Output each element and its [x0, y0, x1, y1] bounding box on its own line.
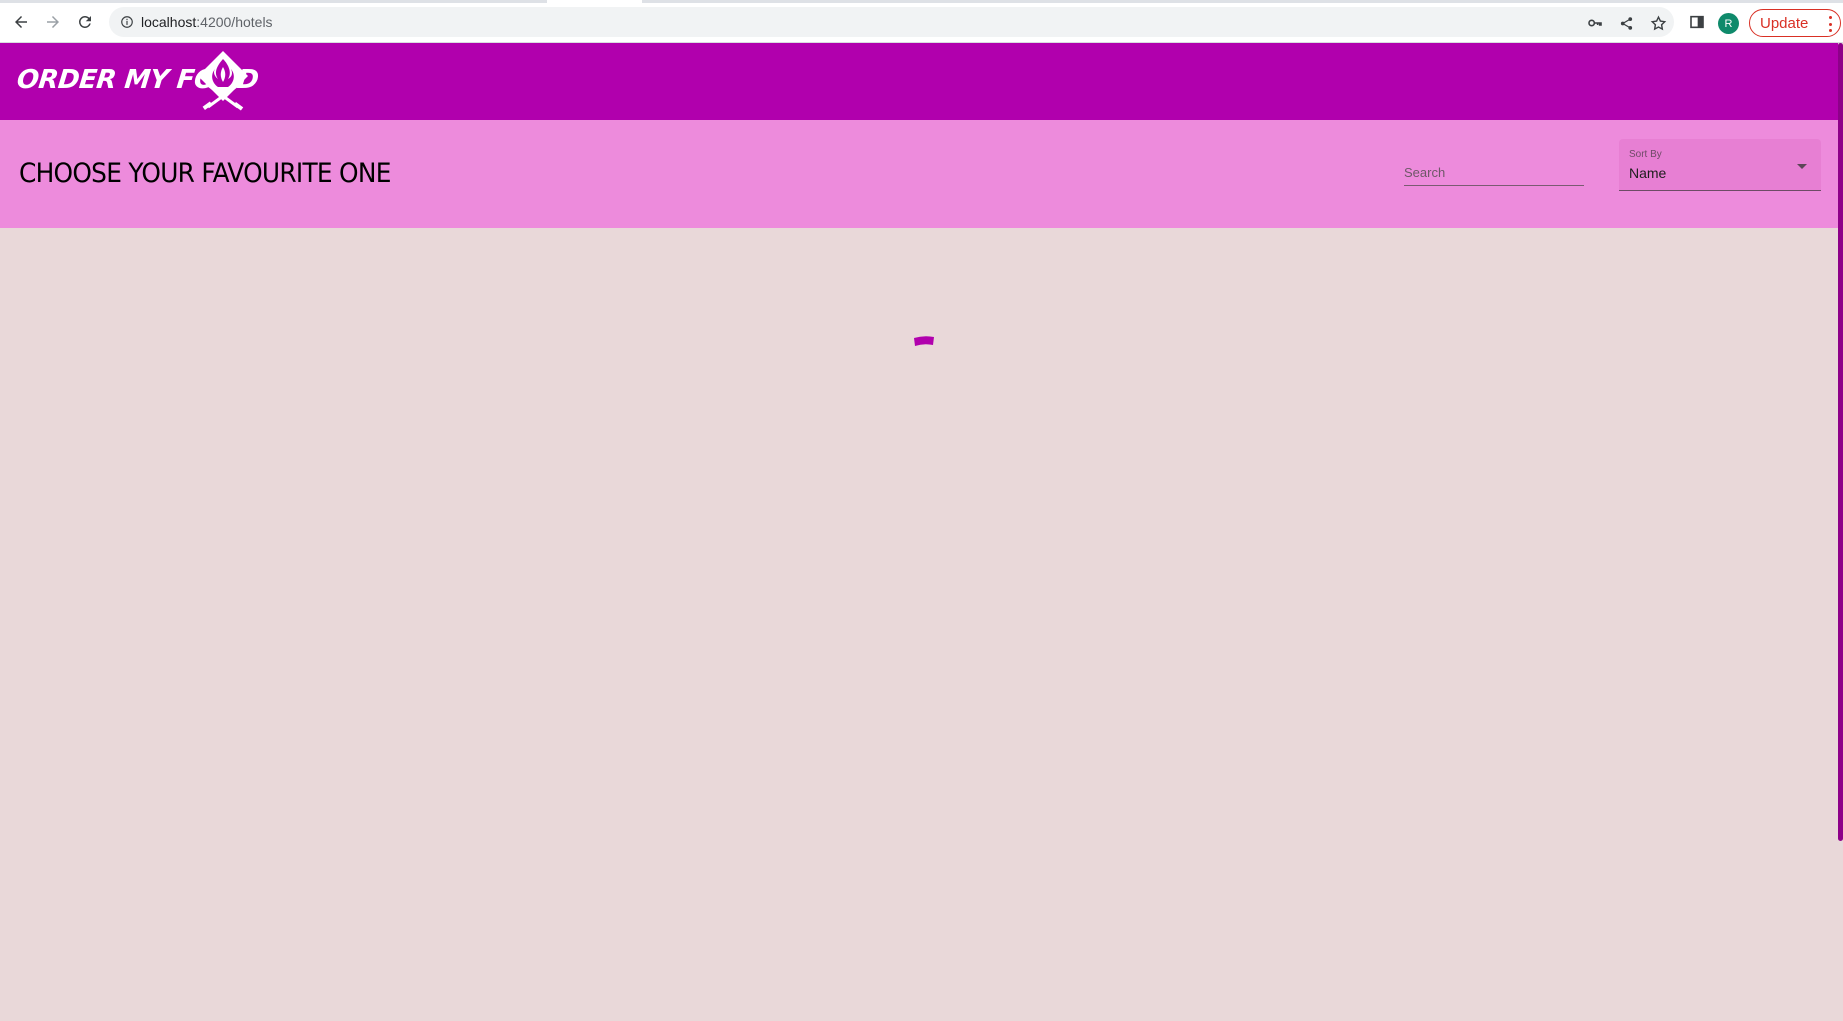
url-path: :4200/hotels — [196, 14, 273, 30]
chef-flame-knives-icon — [194, 49, 252, 111]
browser-toolbar: localhost:4200/hotels R Update — [0, 0, 1843, 43]
sort-by-select[interactable]: Sort By Name — [1619, 139, 1821, 191]
tab-strip — [0, 0, 1843, 3]
dropdown-arrow-icon[interactable] — [1797, 164, 1807, 169]
search-input[interactable] — [1404, 162, 1584, 182]
scrollbar-thumb[interactable] — [1838, 43, 1843, 841]
profile-avatar[interactable]: R — [1718, 13, 1739, 34]
search-field[interactable] — [1404, 160, 1584, 186]
hotel-list-area — [0, 228, 1838, 1021]
app-header: ORDER MY FOOD — [0, 43, 1838, 120]
forward-icon[interactable] — [41, 10, 65, 34]
bookmark-star-icon[interactable] — [1649, 14, 1667, 32]
update-button[interactable]: Update — [1749, 9, 1841, 37]
reload-icon[interactable] — [73, 10, 97, 34]
more-menu-icon[interactable] — [1828, 16, 1832, 32]
url-host: localhost — [141, 14, 197, 30]
address-bar[interactable]: localhost:4200/hotels — [109, 7, 1674, 37]
active-tab[interactable] — [547, 0, 642, 3]
site-info-icon[interactable] — [119, 14, 135, 30]
page-scrollbar[interactable] — [1838, 43, 1843, 1021]
share-icon[interactable] — [1617, 14, 1635, 32]
sort-by-value: Name — [1629, 165, 1667, 181]
sort-by-label: Sort By — [1629, 149, 1662, 160]
side-panel-icon[interactable] — [1687, 12, 1707, 32]
loading-spinner — [913, 334, 935, 346]
filter-toolbar: CHOOSE YOUR FAVOURITE ONE Sort By Name — [0, 120, 1838, 228]
key-icon[interactable] — [1586, 14, 1604, 32]
page-title: CHOOSE YOUR FAVOURITE ONE — [19, 158, 391, 189]
back-icon[interactable] — [9, 10, 33, 34]
url-text: localhost:4200/hotels — [141, 14, 273, 30]
update-label: Update — [1760, 14, 1809, 32]
